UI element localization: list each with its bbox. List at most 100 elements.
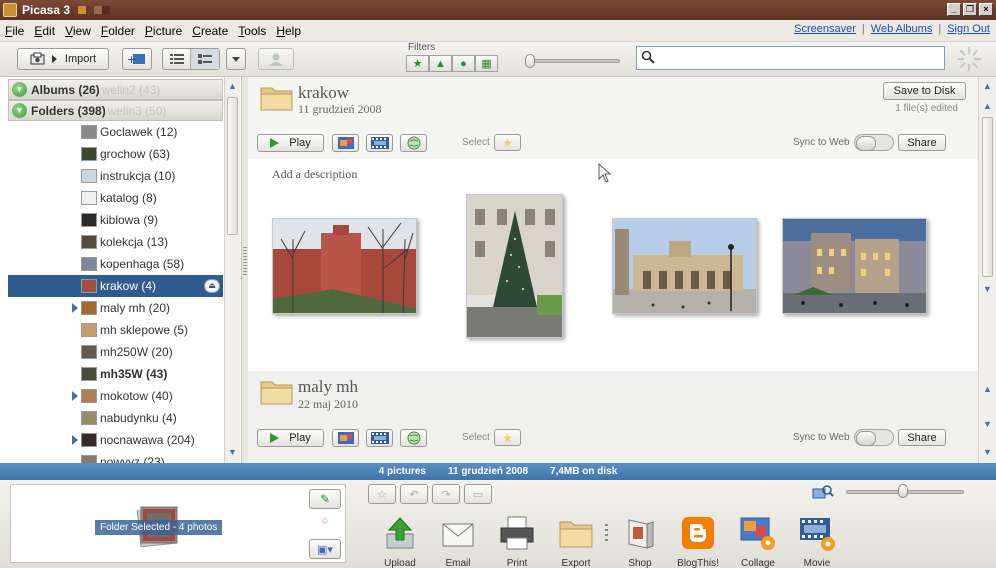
sync-to-web-toggle[interactable] xyxy=(854,134,894,151)
blog-button[interactable] xyxy=(332,429,359,447)
sign-out-link[interactable]: Sign Out xyxy=(947,23,990,35)
play-slideshow-button[interactable]: Play xyxy=(257,429,324,447)
folders-section-header[interactable]: ▼ Folders (398) welin3 (50) xyxy=(8,100,223,121)
filter-starred-button[interactable]: ★ xyxy=(406,55,429,72)
scroll-up-icon[interactable]: ▲ xyxy=(225,79,240,94)
new-album-button[interactable]: + xyxy=(122,48,152,70)
scroll-down-icon[interactable]: ▼ xyxy=(980,282,995,297)
sync-to-web-toggle[interactable] xyxy=(854,429,894,446)
movie-create-button[interactable] xyxy=(366,134,393,152)
close-button[interactable]: × xyxy=(979,3,993,16)
select-starred-button[interactable]: ★ xyxy=(494,429,521,446)
folder-item[interactable]: Goclawek (12) xyxy=(8,121,223,143)
menu-help[interactable]: Help xyxy=(271,24,306,38)
search-input[interactable] xyxy=(661,48,941,68)
menu-folder[interactable]: Folder xyxy=(96,24,140,38)
library-scroll-thumb[interactable] xyxy=(227,97,238,235)
album-view-scrollbar[interactable]: ▲ ▲ ▼ ▲ ▼ ▼ xyxy=(978,77,996,463)
folder-item[interactable]: maly mh (20) xyxy=(8,297,223,319)
clear-tray-button[interactable]: ○ xyxy=(309,511,341,531)
save-to-disk-button[interactable]: Save to Disk xyxy=(883,82,966,100)
scroll-down-icon[interactable]: ▼ xyxy=(980,445,995,460)
folder-item[interactable]: nowyyz (23) xyxy=(8,451,223,463)
folder-item[interactable]: nabudynku (4) xyxy=(8,407,223,429)
blog-button[interactable] xyxy=(332,134,359,152)
scroll-up-icon[interactable]: ▲ xyxy=(980,382,995,397)
album-view-scroll-thumb[interactable] xyxy=(982,117,993,277)
date-filter-slider[interactable] xyxy=(528,59,620,63)
scroll-up-icon[interactable]: ▲ xyxy=(980,79,995,94)
thumbnail-view-button[interactable] xyxy=(191,49,219,69)
folder-label: instrukcja (10) xyxy=(100,169,176,183)
add-description-field[interactable]: Add a description xyxy=(272,167,357,182)
rotate-left-button[interactable]: ↶ xyxy=(400,484,428,504)
folder-item[interactable]: mh sklepowe (5) xyxy=(8,319,223,341)
collage-action[interactable]: Collage xyxy=(729,514,787,568)
folder-item[interactable]: instrukcja (10) xyxy=(8,165,223,187)
scroll-up-icon[interactable]: ▲ xyxy=(980,99,995,114)
photo-thumbnail[interactable] xyxy=(612,218,757,314)
geotag-button[interactable] xyxy=(400,134,427,152)
shop-action[interactable]: Shop xyxy=(611,514,669,568)
date-filter-slider-thumb[interactable] xyxy=(525,54,535,68)
expand-arrow-icon[interactable] xyxy=(72,303,78,313)
filter-uploaded-button[interactable]: ▲ xyxy=(429,55,452,72)
library-scrollbar[interactable]: ▲ ▼ xyxy=(224,77,240,463)
menu-picture[interactable]: Picture xyxy=(140,24,187,38)
folder-item[interactable]: katalog (8) xyxy=(8,187,223,209)
rotate-right-button[interactable]: ↷ xyxy=(432,484,460,504)
filter-faces-button[interactable]: ● xyxy=(452,55,475,72)
folder-item[interactable]: mh250W (20) xyxy=(8,341,223,363)
albums-section-header[interactable]: ▼ Albums (26) welin2 (43) xyxy=(8,79,223,100)
screensaver-link[interactable]: Screensaver xyxy=(794,23,856,35)
play-slideshow-button[interactable]: Play xyxy=(257,134,324,152)
folder-item[interactable]: kopenhaga (58) xyxy=(8,253,223,275)
folder-item[interactable]: mh35W (43) xyxy=(8,363,223,385)
list-view-button[interactable] xyxy=(163,49,192,69)
album-add-button[interactable]: ▣▾ xyxy=(309,539,341,559)
people-button[interactable] xyxy=(258,48,294,70)
view-dropdown-button[interactable] xyxy=(226,48,246,70)
star-button[interactable]: ☆ xyxy=(368,484,396,504)
upload-action[interactable]: Upload xyxy=(371,514,429,568)
upload-status-icon[interactable]: ⏏ xyxy=(204,279,220,293)
scroll-down-icon[interactable]: ▼ xyxy=(225,445,240,460)
folder-item[interactable]: nocnawawa (204) xyxy=(8,429,223,451)
photo-thumbnail[interactable] xyxy=(466,194,563,338)
filter-movies-button[interactable]: ▦ xyxy=(475,55,498,72)
movie-create-button[interactable] xyxy=(366,429,393,447)
share-button[interactable]: Share xyxy=(898,429,946,446)
expand-arrow-icon[interactable] xyxy=(72,435,78,445)
print-action[interactable]: Print xyxy=(488,514,546,568)
album-view: krakow 11 grudzień 2008 Save to Disk 1 f… xyxy=(248,77,978,463)
blogthis-action[interactable]: BlogThis! xyxy=(669,514,727,568)
export-action[interactable]: Export xyxy=(547,514,605,568)
email-action[interactable]: Email xyxy=(429,514,487,568)
photo-thumbnail[interactable] xyxy=(782,218,927,314)
scroll-down-icon[interactable]: ▼ xyxy=(980,417,995,432)
scanner-icon xyxy=(30,52,45,65)
select-starred-button[interactable]: ★ xyxy=(494,134,521,151)
web-albums-link[interactable]: Web Albums xyxy=(871,23,933,35)
expand-arrow-icon[interactable] xyxy=(72,391,78,401)
menu-view[interactable]: View xyxy=(60,24,96,38)
menu-file[interactable]: File xyxy=(0,24,29,38)
minimize-button[interactable]: _ xyxy=(947,3,961,16)
folder-item[interactable]: kolekcja (13) xyxy=(8,231,223,253)
folder-item[interactable]: krakow (4) ⏏ xyxy=(8,275,223,297)
folder-item[interactable]: kiblowa (9) xyxy=(8,209,223,231)
import-button[interactable]: Import xyxy=(17,48,109,70)
thumbnail-size-slider-thumb[interactable] xyxy=(898,484,908,498)
share-button[interactable]: Share xyxy=(898,134,946,151)
tag-button[interactable]: ▭ xyxy=(464,484,492,504)
menu-create[interactable]: Create xyxy=(187,24,233,38)
restore-button[interactable]: ❐ xyxy=(963,3,977,16)
menu-edit[interactable]: Edit xyxy=(29,24,60,38)
movie-action[interactable]: Movie xyxy=(788,514,846,568)
folder-item[interactable]: grochow (63) xyxy=(8,143,223,165)
hold-button[interactable]: ✎ xyxy=(309,489,341,509)
geotag-button[interactable] xyxy=(400,429,427,447)
folder-item[interactable]: mokotow (40) xyxy=(8,385,223,407)
menu-tools[interactable]: Tools xyxy=(233,24,271,38)
photo-thumbnail[interactable] xyxy=(272,218,417,314)
